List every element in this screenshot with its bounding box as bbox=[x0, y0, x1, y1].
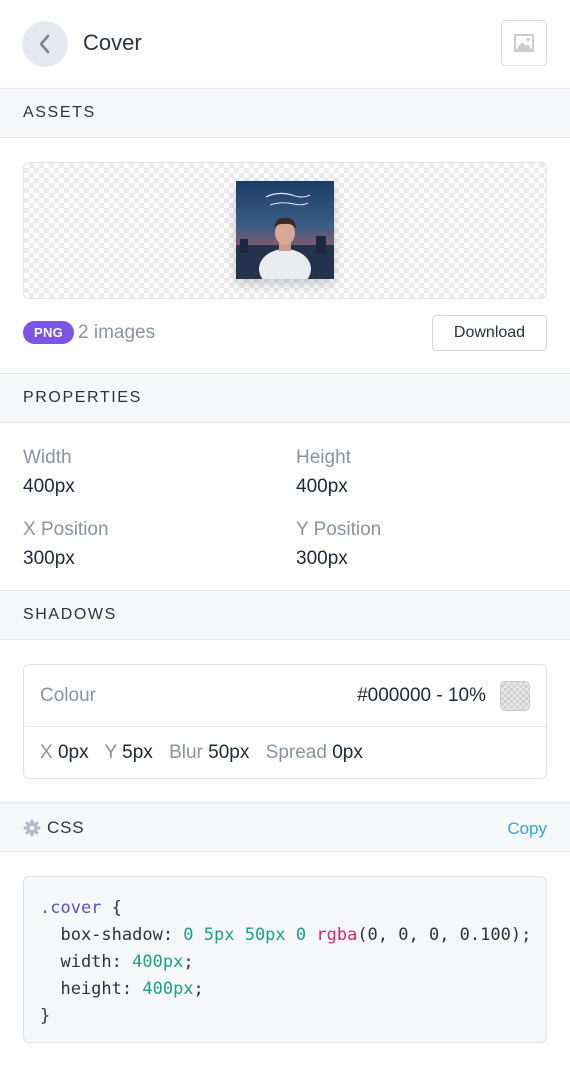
width-label: Width bbox=[23, 447, 72, 468]
format-badge: PNG bbox=[23, 321, 75, 344]
y-position-value: 300px bbox=[296, 548, 348, 569]
code-prop: height: bbox=[40, 979, 143, 999]
code-semicolon: ; bbox=[183, 952, 194, 972]
header: Cover bbox=[0, 0, 570, 88]
shadow-blur-label: Blur bbox=[169, 742, 203, 763]
assets-section-header: ASSETS bbox=[0, 88, 570, 138]
height-value: 400px bbox=[296, 476, 348, 497]
shadow-y-label: Y bbox=[104, 742, 117, 763]
shadow-spread-label: Spread bbox=[265, 742, 327, 763]
code-prop: width: bbox=[40, 952, 133, 972]
image-count: 2 images bbox=[78, 322, 156, 343]
height-label: Height bbox=[296, 447, 351, 468]
x-position-label: X Position bbox=[23, 519, 109, 540]
section-title: CSS bbox=[47, 818, 85, 837]
x-position-value: 300px bbox=[23, 548, 75, 569]
shadow-x-value: 0px bbox=[57, 742, 89, 763]
album-cover-image bbox=[236, 181, 334, 279]
shadows-section-header: SHADOWS bbox=[0, 590, 570, 640]
code-semicolon: ; bbox=[193, 979, 204, 999]
css-section-header: CSS Copy bbox=[0, 802, 570, 852]
code-selector: .cover bbox=[40, 898, 102, 918]
asset-preview bbox=[23, 162, 547, 299]
properties-section-header: PROPERTIES bbox=[0, 373, 570, 423]
image-view-button[interactable] bbox=[501, 20, 547, 66]
section-title: SHADOWS bbox=[23, 606, 117, 623]
code-number: 400px bbox=[132, 952, 184, 972]
image-icon bbox=[514, 34, 534, 52]
copy-button[interactable]: Copy bbox=[507, 819, 547, 839]
width-value: 400px bbox=[23, 476, 75, 497]
shadow-y-value: 5px bbox=[122, 742, 153, 763]
shadow-x-label: X bbox=[40, 742, 53, 763]
code-number: 0 5px 50px 0 bbox=[183, 925, 317, 945]
code-prop: box-shadow: bbox=[40, 925, 184, 945]
shadow-spread-value: 0px bbox=[332, 742, 363, 763]
shadow-card: Colour #000000 - 10% X 0px Y 5px Blur 50… bbox=[23, 664, 547, 779]
code-args: (0, 0, 0, 0.100); bbox=[357, 925, 532, 945]
code-close-brace: } bbox=[40, 1006, 51, 1026]
gear-icon bbox=[23, 819, 41, 837]
code-function: rgba bbox=[316, 925, 358, 945]
colour-label: Colour bbox=[40, 685, 96, 706]
code-open-brace: { bbox=[101, 898, 122, 918]
section-title: PROPERTIES bbox=[23, 389, 142, 406]
shadow-colour-row: Colour #000000 - 10% bbox=[24, 665, 546, 727]
shadow-values-row: X 0px Y 5px Blur 50px Spread 0px bbox=[40, 742, 374, 764]
css-code-block[interactable]: .cover { box-shadow: 0 5px 50px 0 rgba(0… bbox=[23, 876, 547, 1043]
colour-value: #000000 - 10% bbox=[357, 685, 486, 706]
chevron-left-icon bbox=[39, 34, 50, 54]
css-code: .cover { box-shadow: 0 5px 50px 0 rgba(0… bbox=[40, 895, 531, 1030]
section-title: ASSETS bbox=[23, 104, 96, 121]
page-title: Cover bbox=[83, 30, 142, 55]
download-button[interactable]: Download bbox=[432, 315, 547, 351]
y-position-label: Y Position bbox=[296, 519, 382, 540]
code-number: 400px bbox=[142, 979, 194, 999]
back-button[interactable] bbox=[22, 21, 68, 67]
shadow-blur-value: 50px bbox=[208, 742, 250, 763]
colour-swatch[interactable] bbox=[500, 681, 530, 711]
